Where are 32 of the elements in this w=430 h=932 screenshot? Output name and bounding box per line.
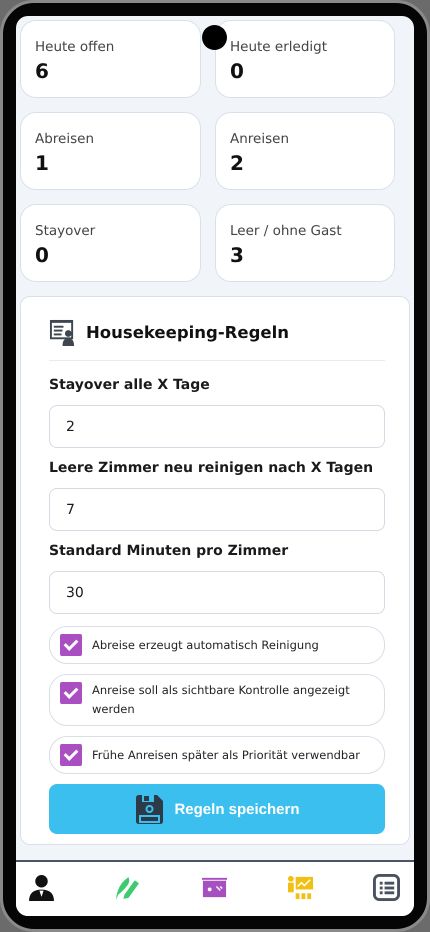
card-title: Housekeeping-Regeln [86, 323, 289, 342]
stat-value: 3 [230, 243, 245, 267]
stat-label: Anreisen [230, 131, 290, 147]
stat-label: Heute erledigt [230, 39, 328, 55]
camera-dot [202, 25, 227, 50]
checkbox-option[interactable]: Abreise erzeugt automatisch Reinigung [49, 626, 385, 664]
stat-value: 1 [35, 151, 50, 175]
person-icon[interactable] [28, 874, 55, 900]
checkbox-option[interactable]: Frühe Anreisen später als Priorität verwendbar [49, 736, 385, 774]
checkbox-option[interactable]: Anreise soll als sichtbare Kontrolle angezeigt werden [49, 674, 385, 726]
stat-label: Leer / ohne Gast [230, 223, 343, 239]
document-person-icon [49, 319, 76, 346]
stat-label: Heute offen [35, 39, 116, 55]
stat-value: 6 [35, 59, 50, 83]
list-icon[interactable] [373, 874, 400, 900]
stat-value: 0 [35, 243, 50, 267]
checkbox[interactable] [60, 682, 82, 704]
input-field[interactable]: 2 [49, 405, 385, 448]
field-label: Leere Zimmer neu reinigen nach X Tagen [49, 460, 374, 476]
option-label: Frühe Anreisen später als Priorität verwendbar [92, 746, 360, 764]
stat-value: 2 [230, 151, 245, 175]
checkbox[interactable] [60, 744, 82, 766]
option-label: Anreise soll als sichtbare Kontrolle angezeigt werden [92, 682, 351, 718]
stat-value: 0 [230, 59, 245, 83]
field-label: Stayover alle X Tage [49, 377, 211, 393]
checkbox[interactable] [60, 634, 82, 656]
stat-label: Abreisen [35, 131, 96, 147]
input-field[interactable]: 30 [49, 571, 385, 614]
field-label: Standard Minuten pro Zimmer [49, 543, 290, 559]
stat-label: Stayover [35, 223, 96, 239]
option-label: Abreise erzeugt automatisch Reinigung [92, 636, 319, 654]
input-field[interactable]: 7 [49, 488, 385, 531]
